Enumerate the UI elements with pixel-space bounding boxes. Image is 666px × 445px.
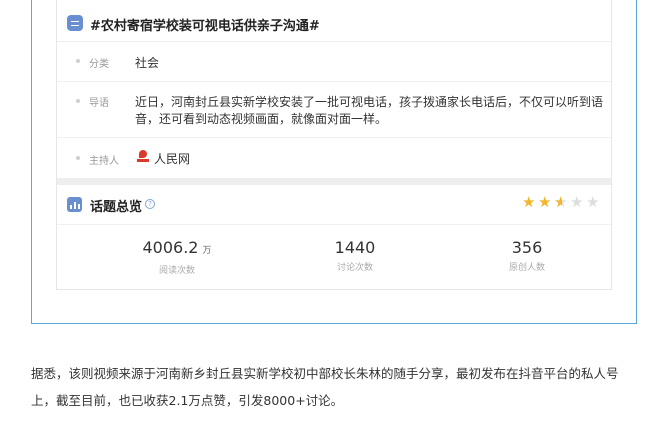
stat-label: 阅读次数: [158, 266, 195, 276]
overview-header: 话题总览 ? ★ ★ ★ ★ ★: [57, 185, 611, 225]
overview-title: 话题总览: [90, 200, 143, 215]
stat-value: 356: [511, 238, 543, 257]
topic-header[interactable]: #农村寄宿学校装可视电话供亲子沟通#: [57, 6, 611, 42]
star-icon: ★: [522, 193, 536, 211]
intro-value: 近日，河南封丘县实新学校安装了一批可视电话，孩子拨通家长电话后，不仅可以听到语音…: [135, 95, 604, 126]
rating-stars: ★ ★ ★ ★ ★: [522, 194, 601, 210]
stat-unit: 万: [202, 246, 212, 256]
bullet-dot-icon: [76, 99, 80, 103]
topic-list-icon: [67, 15, 83, 31]
star-icon: ★: [554, 194, 569, 210]
stat-reads: 4006.2 万 阅读次数: [97, 238, 257, 276]
help-icon[interactable]: ?: [145, 199, 155, 209]
stats-panel: 4006.2 万 阅读次数 1440 讨论次数 356 原创人数: [57, 226, 611, 286]
star-icon: ★: [586, 193, 600, 211]
stat-discussions: 1440 讨论次数: [275, 238, 435, 273]
weibo-topic-embed: #农村寄宿学校装可视电话供亲子沟通# 分类 社会 导语 近日，河南封丘县实新学校…: [31, 0, 637, 324]
people-daily-logo-icon: [137, 150, 149, 163]
host-value[interactable]: 人民网: [154, 150, 190, 167]
stat-value: 1440: [334, 238, 376, 257]
stat-value: 4006.2: [142, 238, 199, 257]
stat-originals: 356 原创人数: [447, 238, 607, 273]
stat-label: 原创人数: [508, 263, 545, 273]
star-icon: ★: [570, 193, 584, 211]
article-paragraph: 据悉，该则视频来源于河南新乡封丘县实新学校初中部校长朱林的随手分享，最初发布在抖…: [31, 366, 619, 408]
bullet-dot-icon: [76, 59, 80, 63]
category-row: 分类 社会: [57, 42, 611, 82]
host-row: 主持人 人民网: [57, 138, 611, 178]
section-divider: [57, 178, 611, 185]
intro-label: 导语: [89, 98, 109, 109]
category-label: 分类: [89, 59, 109, 70]
topic-title[interactable]: #农村寄宿学校装可视电话供亲子沟通#: [90, 15, 320, 34]
topic-card: #农村寄宿学校装可视电话供亲子沟通# 分类 社会 导语 近日，河南封丘县实新学校…: [56, 0, 612, 290]
intro-row: 导语 近日，河南封丘县实新学校安装了一批可视电话，孩子拨通家长电话后，不仅可以听…: [57, 82, 611, 138]
host-label: 主持人: [89, 156, 119, 167]
category-value[interactable]: 社会: [135, 54, 159, 71]
bullet-dot-icon: [76, 156, 80, 160]
chart-bars-icon: [67, 197, 82, 212]
star-icon: ★: [538, 193, 552, 211]
stat-label: 讨论次数: [336, 263, 373, 273]
